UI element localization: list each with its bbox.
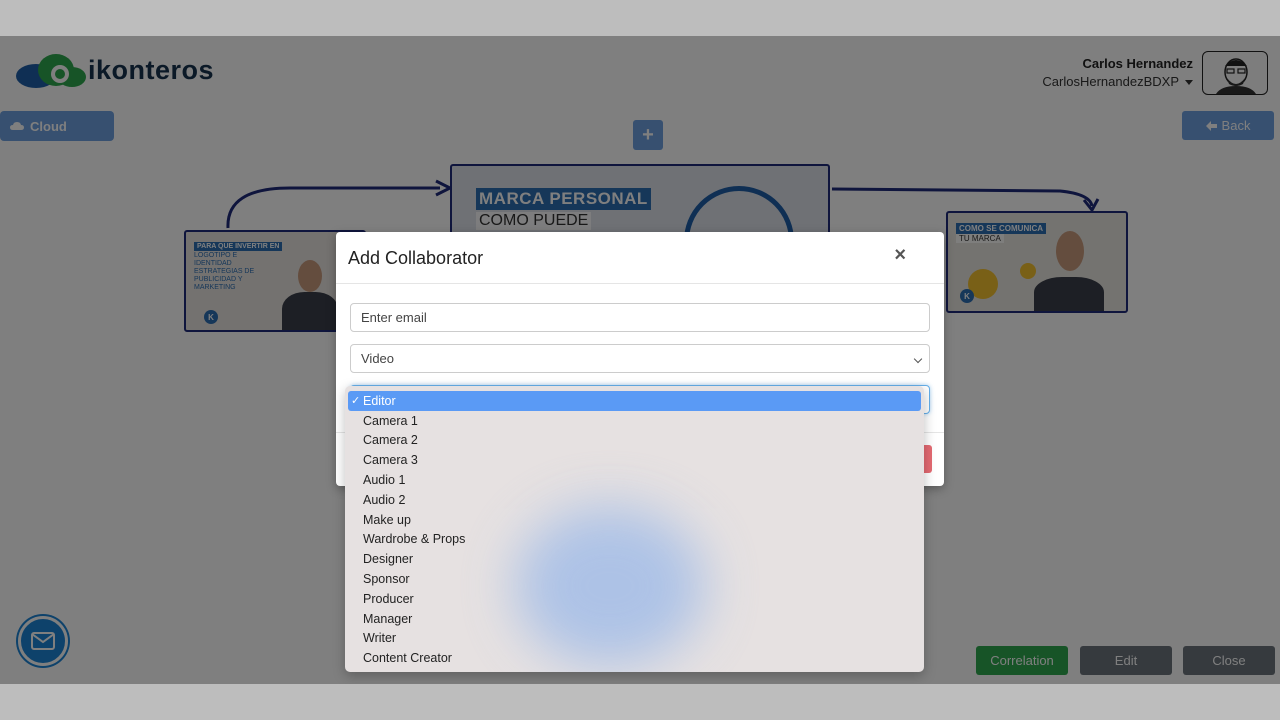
role-option-writer[interactable]: Writer — [345, 629, 924, 649]
modal-close-icon[interactable]: × — [894, 244, 906, 267]
role-option-label: Audio 2 — [363, 492, 406, 507]
role-option-label: Camera 2 — [363, 433, 418, 448]
role-option-label: Content Creator — [363, 651, 452, 666]
type-select[interactable]: Video — [350, 344, 930, 373]
role-option-label: Editor — [363, 393, 396, 408]
role-option-audio-2[interactable]: Audio 2 — [345, 490, 924, 510]
role-option-label: Audio 1 — [363, 473, 406, 488]
role-option-designer[interactable]: Designer — [345, 549, 924, 569]
role-option-label: Producer — [363, 591, 414, 606]
role-option-label: Manager — [363, 611, 413, 626]
role-option-label: Writer — [363, 631, 397, 646]
role-option-wardrobe-props[interactable]: Wardrobe & Props — [345, 530, 924, 550]
email-field[interactable]: Enter email — [350, 303, 930, 332]
role-option-camera-3[interactable]: Camera 3 — [345, 450, 924, 470]
role-option-camera-2[interactable]: Camera 2 — [345, 431, 924, 451]
chevron-down-icon — [913, 354, 923, 364]
role-option-label: Sponsor — [363, 572, 410, 587]
role-option-manager[interactable]: Manager — [345, 609, 924, 629]
role-option-camera-1[interactable]: Camera 1 — [345, 411, 924, 431]
role-option-label: Camera 1 — [363, 413, 418, 428]
role-option-content-creator[interactable]: Content Creator — [345, 648, 924, 668]
role-option-label: Wardrobe & Props — [363, 532, 466, 547]
role-option-editor[interactable]: ✓ Editor — [348, 391, 921, 411]
screen-bottom-band — [0, 684, 1280, 720]
modal-header: Add Collaborator × — [336, 232, 944, 284]
type-select-value: Video — [361, 351, 395, 366]
role-option-producer[interactable]: Producer — [345, 589, 924, 609]
role-dropdown-list: ✓ Editor Camera 1 Camera 2 Camera 3 Audio… — [345, 386, 924, 672]
role-option-label: Camera 3 — [363, 453, 418, 468]
role-option-label: Designer — [363, 552, 414, 567]
role-option-label: Make up — [363, 512, 411, 527]
screen-top-band — [0, 0, 1280, 36]
role-option-sponsor[interactable]: Sponsor — [345, 569, 924, 589]
modal-title: Add Collaborator — [348, 248, 484, 268]
app-window: ikonteros Carlos Hernandez CarlosHernand… — [0, 36, 1280, 684]
checkmark-icon: ✓ — [351, 395, 361, 408]
role-option-make-up[interactable]: Make up — [345, 510, 924, 530]
role-option-audio-1[interactable]: Audio 1 — [345, 470, 924, 490]
